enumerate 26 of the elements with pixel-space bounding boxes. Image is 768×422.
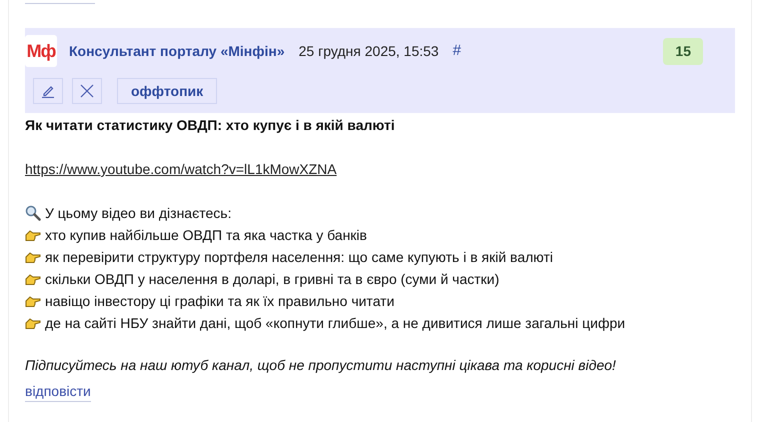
close-button[interactable] — [72, 78, 102, 104]
logo: Мф — [25, 35, 57, 67]
edit-button[interactable] — [33, 78, 63, 104]
post-title: Як читати статистику ОВДП: хто купує і в якій валюті — [25, 116, 396, 135]
comment-date: 25 грудня 2025, 15:53 — [298, 42, 439, 61]
magnifier-icon — [25, 205, 41, 221]
pointing-hand-icon — [25, 294, 41, 308]
close-icon — [80, 84, 94, 98]
rating-badge: 15 — [663, 38, 703, 64]
reply-link[interactable]: відповісти — [25, 383, 91, 402]
video-link[interactable]: https://www.youtube.com/watch?v=lL1kMowXZNA — [25, 161, 337, 177]
pointing-hand-icon — [25, 250, 41, 264]
list-item-text: навіщо інвестору ці графіки та як їх правильно читати — [45, 292, 394, 311]
pointing-hand-icon — [25, 316, 41, 330]
author-link[interactable]: Консультант порталу «Мінфін» — [69, 40, 285, 62]
pointing-hand-icon — [25, 228, 41, 242]
anchor-link[interactable]: # — [452, 40, 462, 62]
list-item-text: хто купив найбільше ОВДП та яка частка у банків — [45, 226, 367, 245]
intro-text: У цьому відео ви дізнаєтесь: — [45, 204, 232, 223]
pencil-icon — [41, 84, 55, 98]
list-item-text: скільки ОВДП у населення в доларі, в гривні та в євро (суми й частки) — [45, 270, 500, 289]
list-item-text: де на сайті НБУ знайти дані, щоб «копнути глибше», а не дивитися лише загальні цифри — [45, 314, 626, 333]
offtopic-button[interactable]: оффтопик — [117, 78, 218, 104]
closing-text: Підписуйтесь на наш ютуб канал, щоб не пропустити наступні цікава та корисні відео! — [25, 356, 617, 375]
list-item-text: як перевірити структуру портфеля населення: що саме купують і в якій валюті — [45, 248, 553, 267]
pointing-hand-icon — [25, 272, 41, 286]
